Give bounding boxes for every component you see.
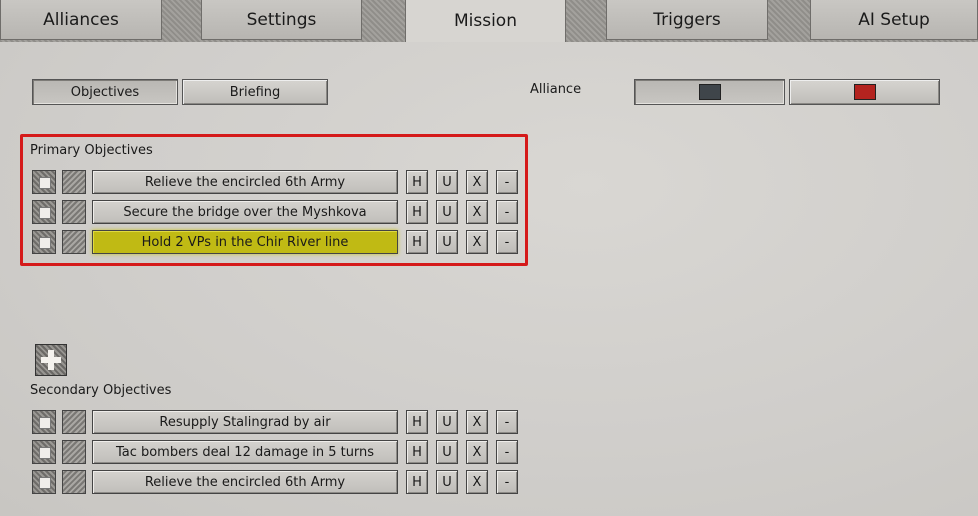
objectives-subtab[interactable]: Objectives (32, 79, 178, 105)
objective-delete-button[interactable]: X (466, 230, 488, 254)
objective-hide-button[interactable]: H (406, 440, 428, 464)
objective-pattern-icon[interactable] (62, 170, 86, 194)
objective-name-button[interactable]: Relieve the encircled 6th Army (92, 170, 398, 194)
objective-unhide-button[interactable]: U (436, 230, 458, 254)
objective-row: Resupply Stalingrad by air H U X - (32, 410, 522, 434)
objective-row: Tac bombers deal 12 damage in 5 turns H U X… (32, 440, 522, 464)
alliance-label: Alliance (530, 82, 582, 97)
objective-checkbox[interactable] (32, 470, 56, 494)
tab-alliances[interactable]: Alliances (0, 0, 162, 40)
objective-row: Secure the bridge over the Myshkova H U X - (32, 200, 522, 224)
add-objective-button[interactable] (35, 344, 67, 376)
objective-remove-button[interactable]: - (496, 200, 518, 224)
objective-pattern-icon[interactable] (62, 410, 86, 434)
objective-name-button[interactable]: Secure the bridge over the Myshkova (92, 200, 398, 224)
objective-name-button[interactable]: Resupply Stalingrad by air (92, 410, 398, 434)
alliance-color-swatch (698, 84, 721, 100)
alliance-color-swatch (853, 84, 876, 100)
tab-mission[interactable]: Mission (405, 0, 566, 42)
tab-triggers[interactable]: Triggers (606, 0, 768, 40)
objective-unhide-button[interactable]: U (436, 440, 458, 464)
mission-panel: Objectives Briefing Alliance Primary Obj… (0, 42, 978, 516)
objective-row: Relieve the encircled 6th Army H U X - (32, 170, 522, 194)
objective-unhide-button[interactable]: U (436, 170, 458, 194)
objective-pattern-icon[interactable] (62, 200, 86, 224)
objective-delete-button[interactable]: X (466, 410, 488, 434)
objective-remove-button[interactable]: - (496, 410, 518, 434)
objective-checkbox[interactable] (32, 200, 56, 224)
objective-name-button[interactable]: Relieve the encircled 6th Army (92, 470, 398, 494)
tab-bar: Alliances Settings Mission Triggers AI S… (0, 0, 978, 42)
objective-hide-button[interactable]: H (406, 230, 428, 254)
objective-delete-button[interactable]: X (466, 170, 488, 194)
objective-checkbox[interactable] (32, 170, 56, 194)
objective-pattern-icon[interactable] (62, 440, 86, 464)
plus-icon (41, 350, 61, 370)
tab-settings[interactable]: Settings (201, 0, 362, 40)
objective-delete-button[interactable]: X (466, 470, 488, 494)
briefing-subtab[interactable]: Briefing (182, 79, 328, 105)
objective-delete-button[interactable]: X (466, 440, 488, 464)
secondary-objectives-title: Secondary Objectives (30, 383, 172, 398)
objective-unhide-button[interactable]: U (436, 410, 458, 434)
objective-row: Hold 2 VPs in the Chir River line H U X - (32, 230, 522, 254)
objective-hide-button[interactable]: H (406, 170, 428, 194)
objective-hide-button[interactable]: H (406, 470, 428, 494)
tab-ai-setup[interactable]: AI Setup (810, 0, 978, 40)
alliance-blue-button[interactable] (634, 79, 785, 105)
alliance-red-button[interactable] (789, 79, 940, 105)
objective-checkbox[interactable] (32, 230, 56, 254)
objective-hide-button[interactable]: H (406, 200, 428, 224)
objective-row: Relieve the encircled 6th Army H U X - (32, 470, 522, 494)
objective-remove-button[interactable]: - (496, 440, 518, 464)
objective-remove-button[interactable]: - (496, 170, 518, 194)
objective-checkbox[interactable] (32, 440, 56, 464)
objective-pattern-icon[interactable] (62, 470, 86, 494)
objective-name-button[interactable]: Hold 2 VPs in the Chir River line (92, 230, 398, 254)
objective-unhide-button[interactable]: U (436, 200, 458, 224)
objective-pattern-icon[interactable] (62, 230, 86, 254)
objective-delete-button[interactable]: X (466, 200, 488, 224)
objective-remove-button[interactable]: - (496, 230, 518, 254)
objective-checkbox[interactable] (32, 410, 56, 434)
primary-objectives-title: Primary Objectives (30, 143, 153, 158)
objective-unhide-button[interactable]: U (436, 470, 458, 494)
objective-remove-button[interactable]: - (496, 470, 518, 494)
objective-hide-button[interactable]: H (406, 410, 428, 434)
objective-name-button[interactable]: Tac bombers deal 12 damage in 5 turns (92, 440, 398, 464)
